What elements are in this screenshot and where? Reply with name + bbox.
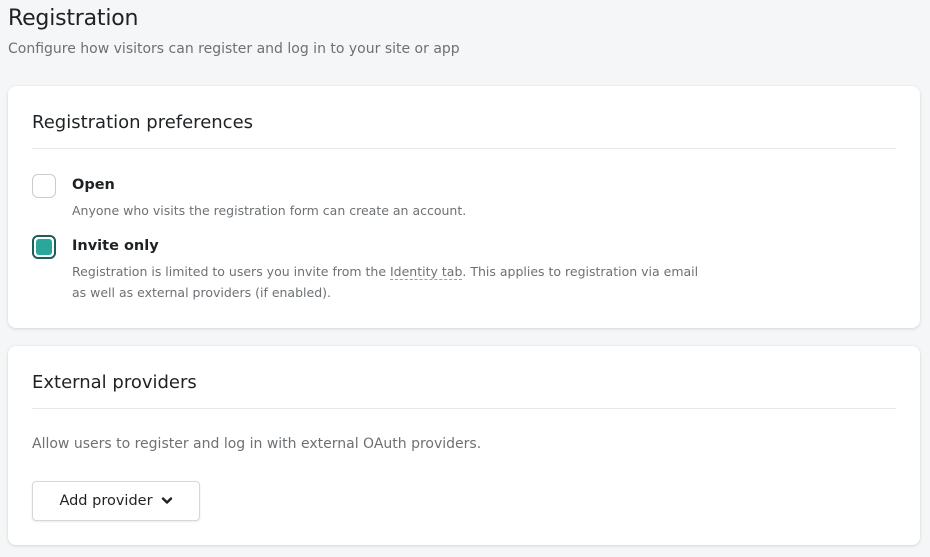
- registration-preferences-title: Registration preferences: [32, 112, 254, 133]
- option-open-label: Open: [72, 177, 115, 193]
- page-subtitle: Configure how visitors can register and …: [8, 41, 460, 57]
- checkbox-checked-fill: [36, 239, 52, 255]
- add-provider-label: Add provider: [59, 493, 153, 509]
- external-providers-title: External providers: [32, 372, 197, 393]
- description-text-before: Registration is limited to users you inv…: [72, 264, 390, 279]
- card-header: Registration preferences: [32, 86, 896, 149]
- option-open-description: Anyone who visits the registration form …: [72, 203, 467, 218]
- card-header: External providers: [32, 346, 896, 409]
- page-title: Registration: [8, 6, 139, 31]
- external-providers-card: External providers Allow users to regist…: [8, 346, 920, 545]
- identity-tab-link[interactable]: Identity tab: [390, 264, 463, 280]
- option-invite-only-label: Invite only: [72, 238, 159, 254]
- option-invite-only-description: Registration is limited to users you inv…: [72, 261, 712, 303]
- external-providers-description: Allow users to register and log in with …: [32, 436, 482, 452]
- registration-page: Registration Configure how visitors can …: [0, 0, 930, 557]
- invite-only-checkbox[interactable]: [32, 235, 56, 259]
- open-checkbox[interactable]: [32, 174, 56, 198]
- add-provider-button[interactable]: Add provider: [32, 481, 200, 521]
- registration-preferences-card: Registration preferences Open Anyone who…: [8, 86, 920, 328]
- chevron-down-icon: [161, 497, 172, 504]
